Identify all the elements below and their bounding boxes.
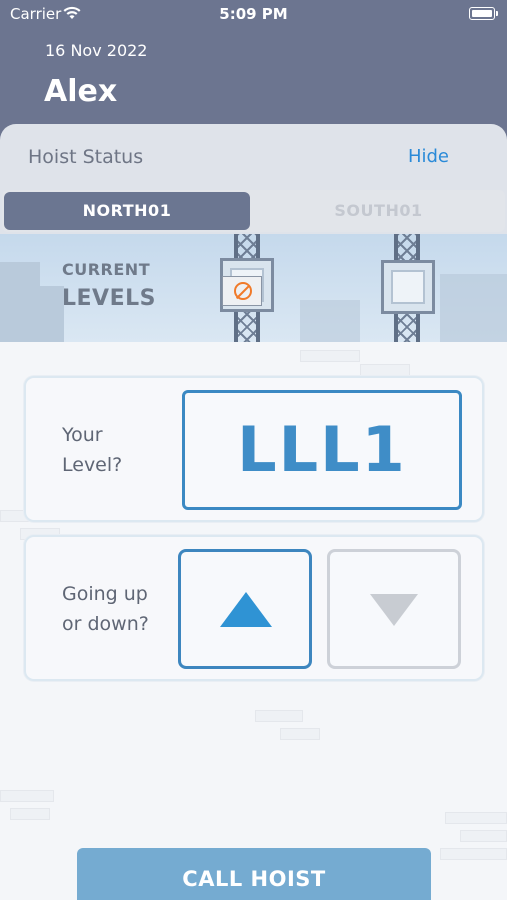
hoist-selector: NORTH01 SOUTH01 (2, 190, 505, 232)
wall-brick (10, 808, 50, 820)
wall-brick (300, 350, 360, 362)
wall-brick (460, 830, 507, 842)
direction-label-line1: Going up (62, 583, 148, 605)
wall-brick (280, 728, 320, 740)
no-entry-icon (234, 282, 252, 300)
wall-brick (255, 710, 303, 722)
wall-brick (0, 790, 54, 802)
unavailable-sign (222, 276, 262, 306)
hoist-car-south (381, 260, 435, 314)
clock: 5:09 PM (219, 5, 288, 23)
date-label: 16 Nov 2022 (45, 41, 148, 60)
level-label-line1: Your (62, 424, 103, 446)
down-button[interactable] (327, 549, 461, 669)
level-card: Your Level? LLL1 (24, 376, 484, 522)
current-label: CURRENT (62, 260, 151, 279)
background-building (300, 300, 360, 342)
background-building (40, 286, 64, 342)
tab-north01[interactable]: NORTH01 (4, 192, 250, 230)
background-building (0, 262, 40, 342)
call-panel: Your Level? LLL1 Going up or down? CALL … (0, 342, 507, 900)
up-button[interactable] (178, 549, 312, 669)
call-hoist-button[interactable]: CALL HOIST (77, 848, 431, 900)
wall-brick (445, 812, 507, 824)
direction-label-line2: or down? (62, 613, 149, 635)
hide-button[interactable]: Hide (408, 146, 449, 167)
hoist-scene: CURRENT LEVELS (0, 234, 507, 342)
hoist-status-sheet: Hoist Status Hide NORTH01 SOUTH01 CURREN… (0, 124, 507, 900)
battery-icon (469, 7, 498, 20)
sheet-header: Hoist Status Hide (0, 124, 507, 190)
arrow-up-icon (220, 592, 272, 627)
user-name: Alex (44, 74, 118, 109)
background-building (440, 274, 507, 342)
level-label-line2: Level? (62, 454, 123, 476)
wall-brick (440, 848, 507, 860)
levels-label: LEVELS (62, 286, 156, 311)
wall-brick (360, 364, 410, 376)
arrow-down-icon (370, 594, 418, 626)
direction-card: Going up or down? (24, 535, 484, 681)
status-bar: Carrier 5:09 PM (0, 0, 507, 28)
level-input[interactable]: LLL1 (182, 390, 462, 510)
tab-south01[interactable]: SOUTH01 (256, 192, 501, 230)
sheet-title: Hoist Status (28, 146, 144, 168)
